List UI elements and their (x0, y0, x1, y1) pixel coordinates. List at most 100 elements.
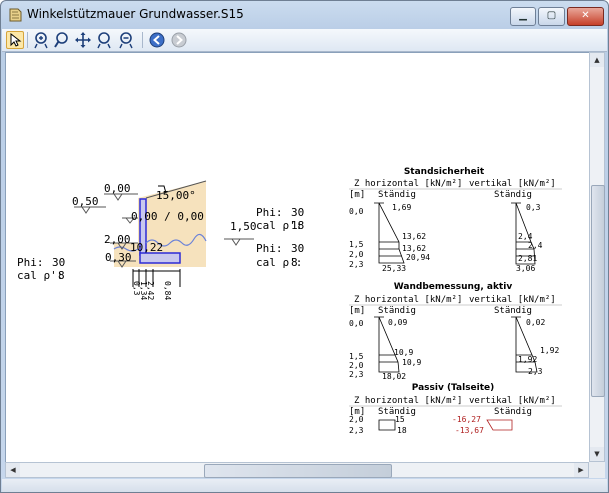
level-label: 2,00 (104, 233, 131, 246)
depth-label: 0,0 (349, 319, 364, 328)
window-title: Winkelstützmauer Grundwasser.S15 (27, 7, 244, 21)
depth-label: 2,3 (349, 260, 364, 269)
horizontal-scroll-thumb[interactable] (204, 464, 392, 478)
soil-rho-value: 8 (291, 256, 298, 269)
zoom-window-button[interactable] (96, 31, 114, 49)
toolbar-separator (142, 32, 143, 48)
panel-passiv: Passiv (Talseite) Z horizontal [kN/m²] v… (349, 383, 562, 435)
unit-label: [m] (349, 190, 365, 200)
soil-phi-value: 30 (52, 256, 65, 269)
move-arrows-icon (75, 32, 91, 48)
pressure-value: 2,81 (518, 254, 537, 263)
pressure-value: 1,69 (392, 203, 411, 212)
scroll-left-arrow-icon[interactable]: ◀ (6, 463, 20, 477)
forward-button[interactable] (170, 31, 188, 49)
vertical-scrollbar[interactable]: ▲ ▼ (589, 52, 605, 462)
level-marker (224, 238, 254, 246)
pressure-value: 18,02 (382, 372, 406, 381)
panel-standsicherheit: Standsicherheit Z horizontal [kN/m²] ver… (349, 167, 562, 273)
close-button[interactable]: ✕ (567, 7, 604, 26)
zoom-in-button[interactable] (33, 31, 51, 49)
pressure-value: 2,4 (518, 232, 533, 241)
toolbar-separator (27, 32, 28, 48)
depth-label: 2,0 (349, 415, 364, 424)
depth-label: 2,0 (349, 250, 364, 259)
slope-angle-label: 15,00° (156, 189, 196, 202)
dimension-label: 0,84 (163, 281, 172, 300)
soil-phi-label: Phi: (256, 242, 283, 255)
dimension-label: 2,42 (146, 281, 155, 300)
col-header-horizontal: Z horizontal [kN/m²] (354, 295, 462, 305)
scrollbar-corner (589, 462, 605, 478)
soil-rho-label: cal ρ': (17, 269, 63, 282)
minimize-button[interactable]: ▁ (510, 7, 536, 26)
soil-phi-value: 30 (291, 206, 304, 219)
title-bar[interactable]: Winkelstützmauer Grundwasser.S15 ▁ ▢ ✕ (1, 1, 608, 29)
depth-label: 2,0 (349, 361, 364, 370)
scroll-right-arrow-icon[interactable]: ▶ (574, 463, 588, 477)
col-header-vertical: vertikal [kN/m²] (469, 295, 556, 305)
case-label: Ständig (494, 190, 532, 200)
soil-rho-value: 18 (291, 219, 304, 232)
pressure-value: 0,02 (526, 318, 545, 327)
unit-label: [m] (349, 306, 365, 316)
pressure-value: 2,4 (528, 241, 543, 250)
drawing-canvas: 0,50 0,00 15,00° 0,00 / 0,00 1,50 2,00 1… (17, 167, 562, 435)
pressure-value: 3,06 (516, 264, 535, 273)
soil-phi-label: Phi: (17, 256, 44, 269)
soil-rho-value: 8 (58, 269, 65, 282)
pressure-value-negative: -13,67 (455, 426, 484, 435)
pressure-value: 1,92 (540, 346, 559, 355)
horizontal-scrollbar[interactable]: ◀ ▶ (5, 462, 589, 478)
back-button[interactable] (148, 31, 166, 49)
status-bar (2, 479, 607, 492)
magnifier-icon (54, 32, 68, 48)
toolbar (2, 29, 607, 52)
zoom-button[interactable] (53, 31, 71, 49)
level-label: 0,50 (72, 195, 99, 208)
pressure-value: 18 (397, 426, 407, 435)
depth-label: 2,3 (349, 370, 364, 379)
pressure-value: 25,33 (382, 264, 406, 273)
pressure-diagram-vertical (486, 419, 513, 431)
vertical-scroll-thumb[interactable] (591, 185, 605, 397)
pressure-value: 13,62 (402, 232, 426, 241)
magnifier-plus-icon (34, 32, 48, 49)
magnifier-window-icon (97, 32, 111, 49)
pressure-value: 1,92 (518, 355, 537, 364)
pressure-value: 20,94 (406, 253, 430, 262)
depth-label: 0,0 (349, 207, 364, 216)
panel-wandbemessung: Wandbemessung, aktiv Z horizontal [kN/m²… (349, 282, 562, 381)
back-arrow-icon (149, 32, 165, 48)
zoom-out-button[interactable] (118, 31, 136, 49)
pressure-diagram-horizontal (378, 202, 405, 264)
soil-phi-label: Phi: (256, 206, 283, 219)
scroll-down-arrow-icon[interactable]: ▼ (590, 447, 604, 461)
drawing-area[interactable]: 0,50 0,00 15,00° 0,00 / 0,00 1,50 2,00 1… (5, 52, 591, 464)
level-label: 1,50 (230, 220, 257, 233)
pressure-value-negative: -16,27 (452, 415, 481, 424)
panel-title: Wandbemessung, aktiv (394, 282, 513, 292)
depth-label: 2,3 (349, 426, 364, 435)
level-label: 0,00 (104, 182, 131, 195)
level-label: 0,00 / 0,00 (131, 210, 204, 223)
panel-title: Standsicherheit (404, 167, 485, 177)
select-tool-button[interactable] (6, 31, 24, 49)
maximize-button[interactable]: ▢ (538, 7, 565, 26)
forward-arrow-icon (171, 32, 187, 48)
pressure-value: 10,9 (402, 358, 421, 367)
pressure-diagram-horizontal (378, 419, 396, 431)
app-window: Winkelstützmauer Grundwasser.S15 ▁ ▢ ✕ 0… (0, 0, 609, 493)
pressure-value: 10,9 (394, 348, 413, 357)
col-header-horizontal: Z horizontal [kN/m²] (354, 396, 462, 406)
pressure-value: 2,3 (528, 367, 543, 376)
document-icon (9, 8, 22, 22)
level-label: 10,22 (130, 241, 163, 254)
col-header-vertical: vertikal [kN/m²] (469, 396, 556, 406)
arrow-pointer-icon (10, 32, 22, 47)
case-label: Ständig (378, 306, 416, 316)
case-label: Ständig (494, 306, 532, 316)
scroll-up-arrow-icon[interactable]: ▲ (590, 53, 604, 67)
magnifier-minus-icon (119, 32, 133, 49)
pan-button[interactable] (74, 31, 92, 49)
